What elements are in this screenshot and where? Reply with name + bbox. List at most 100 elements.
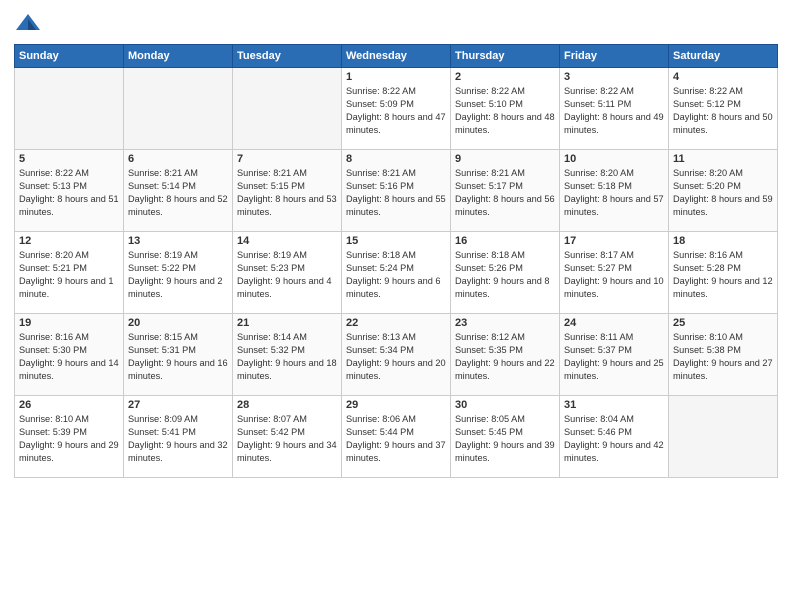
day-number: 2 <box>455 71 555 83</box>
day-number: 4 <box>673 71 773 83</box>
day-cell: 12 Sunrise: 8:20 AMSunset: 5:21 PMDayligh… <box>15 232 124 314</box>
day-cell: 13Sunrise: 8:19 AMSunset: 5:22 PMDayligh… <box>124 232 233 314</box>
day-cell: 10 Sunrise: 8:20 AMSunset: 5:18 PMDayligh… <box>560 150 669 232</box>
day-info: Sunrise: 8:19 AMSunset: 5:23 PMDaylight:… <box>237 249 337 301</box>
day-cell <box>124 68 233 150</box>
day-info: Sunrise: 8:21 AMSunset: 5:14 PMDaylight:… <box>128 167 228 219</box>
day-number: 6 <box>128 153 228 165</box>
day-info: Sunrise: 8:20 AMSunset: 5:18 PMDaylight:… <box>564 167 664 219</box>
day-cell: 25 Sunrise: 8:10 AMSunset: 5:38 PMDayligh… <box>669 314 778 396</box>
day-cell: 27 Sunrise: 8:09 AMSunset: 5:41 PMDayligh… <box>124 396 233 478</box>
week-row-2: 5Sunrise: 8:22 AMSunset: 5:13 PMDaylight… <box>15 150 778 232</box>
day-info: Sunrise: 8:22 AMSunset: 5:10 PMDaylight:… <box>455 85 555 137</box>
day-info: Sunrise: 8:22 AMSunset: 5:11 PMDaylight:… <box>564 85 664 137</box>
day-info: Sunrise: 8:16 AMSunset: 5:28 PMDaylight:… <box>673 249 773 301</box>
logo-icon <box>14 10 42 38</box>
week-row-4: 19 Sunrise: 8:16 AMSunset: 5:30 PMDayligh… <box>15 314 778 396</box>
day-info: Sunrise: 8:11 AMSunset: 5:37 PMDaylight:… <box>564 331 664 383</box>
weekday-header-saturday: Saturday <box>669 45 778 68</box>
day-cell: 29Sunrise: 8:06 AMSunset: 5:44 PMDayligh… <box>342 396 451 478</box>
day-info: Sunrise: 8:21 AMSunset: 5:17 PMDaylight:… <box>455 167 555 219</box>
day-info: Sunrise: 8:22 AMSunset: 5:09 PMDaylight:… <box>346 85 446 137</box>
day-number: 16 <box>455 235 555 247</box>
day-cell: 28Sunrise: 8:07 AMSunset: 5:42 PMDayligh… <box>233 396 342 478</box>
weekday-header-thursday: Thursday <box>451 45 560 68</box>
day-number: 18 <box>673 235 773 247</box>
day-cell: 30Sunrise: 8:05 AMSunset: 5:45 PMDayligh… <box>451 396 560 478</box>
day-cell: 2 Sunrise: 8:22 AMSunset: 5:10 PMDaylight… <box>451 68 560 150</box>
weekday-header-row: SundayMondayTuesdayWednesdayThursdayFrid… <box>15 45 778 68</box>
day-number: 9 <box>455 153 555 165</box>
day-cell: 3Sunrise: 8:22 AMSunset: 5:11 PMDaylight… <box>560 68 669 150</box>
day-cell <box>669 396 778 478</box>
day-info: Sunrise: 8:18 AMSunset: 5:24 PMDaylight:… <box>346 249 446 301</box>
day-number: 12 <box>19 235 119 247</box>
day-cell: 18 Sunrise: 8:16 AMSunset: 5:28 PMDayligh… <box>669 232 778 314</box>
day-info: Sunrise: 8:10 AMSunset: 5:39 PMDaylight:… <box>19 413 119 465</box>
day-info: Sunrise: 8:10 AMSunset: 5:38 PMDaylight:… <box>673 331 773 383</box>
day-cell: 22 Sunrise: 8:13 AMSunset: 5:34 PMDayligh… <box>342 314 451 396</box>
day-cell: 7Sunrise: 8:21 AMSunset: 5:15 PMDaylight… <box>233 150 342 232</box>
header <box>14 10 778 38</box>
weekday-header-tuesday: Tuesday <box>233 45 342 68</box>
page: SundayMondayTuesdayWednesdayThursdayFrid… <box>0 0 792 612</box>
day-info: Sunrise: 8:19 AMSunset: 5:22 PMDaylight:… <box>128 249 228 301</box>
day-number: 11 <box>673 153 773 165</box>
day-info: Sunrise: 8:12 AMSunset: 5:35 PMDaylight:… <box>455 331 555 383</box>
day-cell: 23Sunrise: 8:12 AMSunset: 5:35 PMDayligh… <box>451 314 560 396</box>
day-number: 15 <box>346 235 446 247</box>
calendar-table: SundayMondayTuesdayWednesdayThursdayFrid… <box>14 44 778 478</box>
day-info: Sunrise: 8:15 AMSunset: 5:31 PMDaylight:… <box>128 331 228 383</box>
day-number: 20 <box>128 317 228 329</box>
day-cell: 15 Sunrise: 8:18 AMSunset: 5:24 PMDayligh… <box>342 232 451 314</box>
day-cell: 8Sunrise: 8:21 AMSunset: 5:16 PMDaylight… <box>342 150 451 232</box>
day-number: 14 <box>237 235 337 247</box>
weekday-header-sunday: Sunday <box>15 45 124 68</box>
day-number: 25 <box>673 317 773 329</box>
day-info: Sunrise: 8:14 AMSunset: 5:32 PMDaylight:… <box>237 331 337 383</box>
day-cell: 21Sunrise: 8:14 AMSunset: 5:32 PMDayligh… <box>233 314 342 396</box>
day-number: 22 <box>346 317 446 329</box>
week-row-1: 1 Sunrise: 8:22 AMSunset: 5:09 PMDaylight… <box>15 68 778 150</box>
day-info: Sunrise: 8:20 AMSunset: 5:21 PMDaylight:… <box>19 249 119 301</box>
day-number: 17 <box>564 235 664 247</box>
day-cell: 5Sunrise: 8:22 AMSunset: 5:13 PMDaylight… <box>15 150 124 232</box>
day-info: Sunrise: 8:09 AMSunset: 5:41 PMDaylight:… <box>128 413 228 465</box>
day-number: 31 <box>564 399 664 411</box>
day-number: 30 <box>455 399 555 411</box>
day-info: Sunrise: 8:22 AMSunset: 5:12 PMDaylight:… <box>673 85 773 137</box>
day-cell: 20 Sunrise: 8:15 AMSunset: 5:31 PMDayligh… <box>124 314 233 396</box>
day-number: 29 <box>346 399 446 411</box>
day-number: 27 <box>128 399 228 411</box>
logo <box>14 10 46 38</box>
day-number: 7 <box>237 153 337 165</box>
day-cell: 9 Sunrise: 8:21 AMSunset: 5:17 PMDaylight… <box>451 150 560 232</box>
day-cell: 24 Sunrise: 8:11 AMSunset: 5:37 PMDayligh… <box>560 314 669 396</box>
week-row-5: 26 Sunrise: 8:10 AMSunset: 5:39 PMDayligh… <box>15 396 778 478</box>
day-cell: 14 Sunrise: 8:19 AMSunset: 5:23 PMDayligh… <box>233 232 342 314</box>
day-number: 26 <box>19 399 119 411</box>
day-info: Sunrise: 8:13 AMSunset: 5:34 PMDaylight:… <box>346 331 446 383</box>
day-number: 1 <box>346 71 446 83</box>
week-row-3: 12 Sunrise: 8:20 AMSunset: 5:21 PMDayligh… <box>15 232 778 314</box>
day-info: Sunrise: 8:07 AMSunset: 5:42 PMDaylight:… <box>237 413 337 465</box>
day-info: Sunrise: 8:04 AMSunset: 5:46 PMDaylight:… <box>564 413 664 465</box>
day-info: Sunrise: 8:22 AMSunset: 5:13 PMDaylight:… <box>19 167 119 219</box>
day-cell: 6 Sunrise: 8:21 AMSunset: 5:14 PMDaylight… <box>124 150 233 232</box>
weekday-header-friday: Friday <box>560 45 669 68</box>
day-cell: 16 Sunrise: 8:18 AMSunset: 5:26 PMDayligh… <box>451 232 560 314</box>
day-cell: 11 Sunrise: 8:20 AMSunset: 5:20 PMDayligh… <box>669 150 778 232</box>
day-cell <box>15 68 124 150</box>
day-number: 8 <box>346 153 446 165</box>
day-info: Sunrise: 8:16 AMSunset: 5:30 PMDaylight:… <box>19 331 119 383</box>
day-cell: 19 Sunrise: 8:16 AMSunset: 5:30 PMDayligh… <box>15 314 124 396</box>
day-info: Sunrise: 8:18 AMSunset: 5:26 PMDaylight:… <box>455 249 555 301</box>
day-info: Sunrise: 8:20 AMSunset: 5:20 PMDaylight:… <box>673 167 773 219</box>
day-number: 24 <box>564 317 664 329</box>
day-info: Sunrise: 8:17 AMSunset: 5:27 PMDaylight:… <box>564 249 664 301</box>
weekday-header-wednesday: Wednesday <box>342 45 451 68</box>
day-number: 19 <box>19 317 119 329</box>
day-cell: 4 Sunrise: 8:22 AMSunset: 5:12 PMDaylight… <box>669 68 778 150</box>
day-number: 10 <box>564 153 664 165</box>
day-cell: 31 Sunrise: 8:04 AMSunset: 5:46 PMDayligh… <box>560 396 669 478</box>
